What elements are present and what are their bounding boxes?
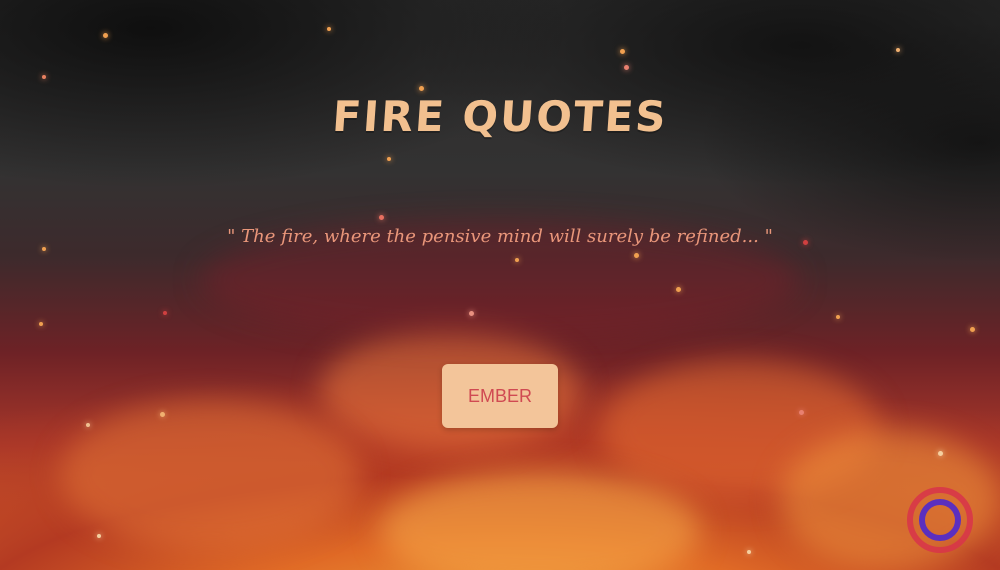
ember-particle: [620, 49, 625, 54]
ember-particle: [163, 311, 167, 315]
ember-particle: [515, 258, 519, 262]
ember-particle: [103, 33, 108, 38]
ember-particle: [39, 322, 43, 326]
ember-particle: [86, 423, 90, 427]
ember-particle: [624, 65, 629, 70]
ember-particle: [327, 27, 331, 31]
ember-particle: [379, 215, 384, 220]
ember-particle: [836, 315, 840, 319]
ember-particle: [469, 311, 474, 316]
ember-particle: [97, 534, 101, 538]
page-title: FIRE QUOTES: [330, 92, 670, 141]
flame-shape: [380, 470, 700, 570]
ember-particle: [676, 287, 681, 292]
ember-particle: [160, 412, 165, 417]
ember-particle: [419, 86, 424, 91]
ember-particle: [747, 550, 751, 554]
loading-spinner-icon: [907, 487, 973, 553]
ember-button[interactable]: EMBER: [442, 364, 558, 428]
ember-particle: [938, 451, 943, 456]
flame-shape: [60, 400, 360, 550]
ember-particle: [42, 247, 46, 251]
ember-particle: [387, 157, 391, 161]
ember-particle: [634, 253, 639, 258]
quote-text: " The fire, where the pensive mind will …: [227, 226, 773, 247]
ember-particle: [799, 410, 804, 415]
ember-particle: [42, 75, 46, 79]
fire-background: [0, 0, 1000, 570]
ember-particle: [970, 327, 975, 332]
ember-particle: [896, 48, 900, 52]
